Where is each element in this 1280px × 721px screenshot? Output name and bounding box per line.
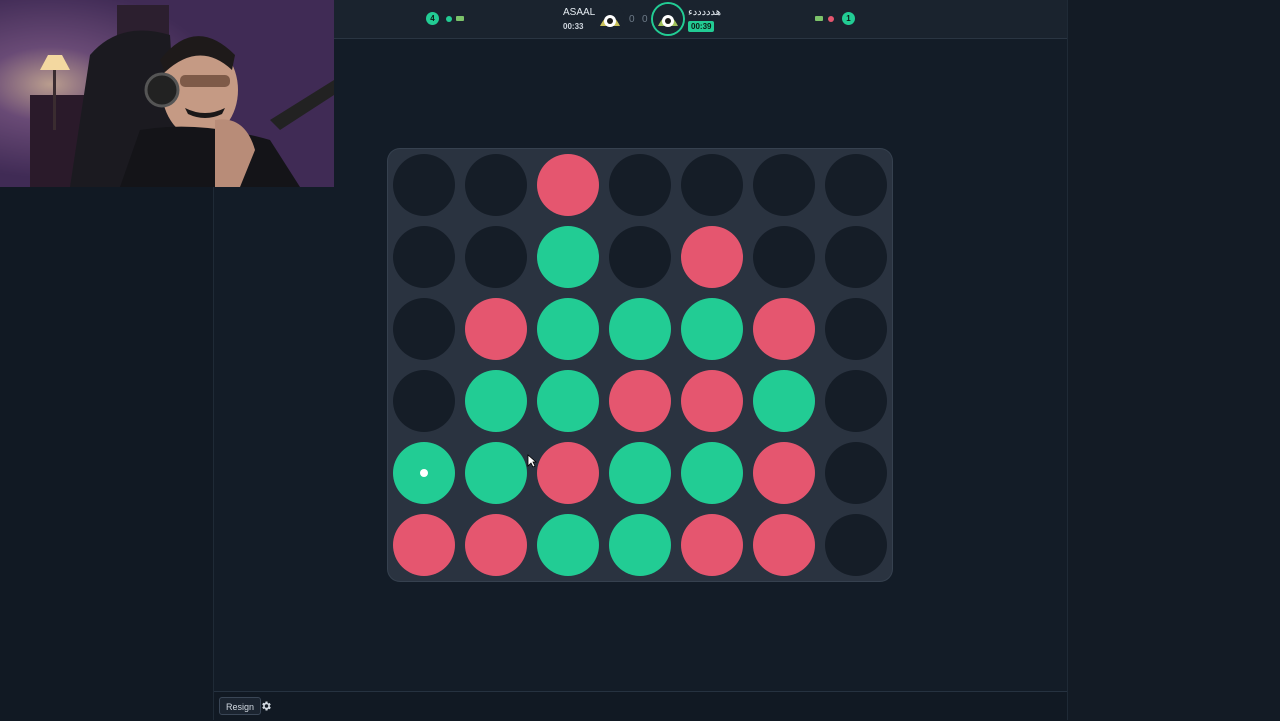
board-cell-r0-c5[interactable]: [753, 154, 815, 216]
right-player-status-dot: [828, 16, 834, 22]
board-cell-r0-c0[interactable]: [393, 154, 455, 216]
webcam-overlay: [0, 0, 334, 187]
board-cell-r1-c3[interactable]: [609, 226, 671, 288]
gear-icon[interactable]: [260, 700, 272, 712]
board-cell-r4-c4[interactable]: [681, 442, 743, 504]
board-cell-r4-c6[interactable]: [825, 442, 887, 504]
game-footer: [214, 691, 1067, 721]
left-player-name: ASAAL: [563, 7, 596, 18]
board-cell-r5-c5[interactable]: [753, 514, 815, 576]
eye-monster-avatar-icon: [653, 4, 683, 34]
board-cell-r2-c6[interactable]: [825, 298, 887, 360]
board-cell-r0-c4[interactable]: [681, 154, 743, 216]
board-cell-r4-c2[interactable]: [537, 442, 599, 504]
board-cell-r5-c1[interactable]: [465, 514, 527, 576]
left-player-flag-icon: [456, 16, 464, 21]
board-cell-r5-c6[interactable]: [825, 514, 887, 576]
left-player-count-badge: 4: [426, 12, 439, 25]
left-score: 0: [629, 14, 635, 25]
board-cell-r5-c2[interactable]: [537, 514, 599, 576]
board-cell-r3-c2[interactable]: [537, 370, 599, 432]
board-cell-r0-c2[interactable]: [537, 154, 599, 216]
board-cell-r5-c4[interactable]: [681, 514, 743, 576]
resign-button[interactable]: Resign: [219, 697, 262, 715]
board-cell-r4-c0[interactable]: [393, 442, 455, 504]
board-cell-r5-c0[interactable]: [393, 514, 455, 576]
board-cell-r3-c4[interactable]: [681, 370, 743, 432]
board-cell-r2-c3[interactable]: [609, 298, 671, 360]
board-cell-r4-c5[interactable]: [753, 442, 815, 504]
board-cell-r5-c3[interactable]: [609, 514, 671, 576]
board-cell-r2-c4[interactable]: [681, 298, 743, 360]
right-player-flag-icon: [815, 16, 823, 21]
right-player-avatar[interactable]: [653, 4, 683, 34]
board-cell-r4-c1[interactable]: [465, 442, 527, 504]
board-cell-r1-c0[interactable]: [393, 226, 455, 288]
streamer-webcam-image: [0, 0, 334, 187]
board-cell-r3-c0[interactable]: [393, 370, 455, 432]
board-cell-r1-c4[interactable]: [681, 226, 743, 288]
board-cell-r3-c1[interactable]: [465, 370, 527, 432]
board-cell-r3-c6[interactable]: [825, 370, 887, 432]
left-player-avatar[interactable]: [595, 4, 625, 34]
board-cell-r2-c0[interactable]: [393, 298, 455, 360]
left-player-status-dot: [446, 16, 452, 22]
board-cell-r3-c5[interactable]: [753, 370, 815, 432]
board-cell-r4-c3[interactable]: [609, 442, 671, 504]
right-player-name: هدددددء: [688, 7, 722, 18]
right-player-timer: 00:39: [688, 21, 715, 32]
board-cell-r1-c1[interactable]: [465, 226, 527, 288]
right-sidebar: [1067, 0, 1280, 720]
game-board[interactable]: [388, 149, 892, 581]
board-cell-r3-c3[interactable]: [609, 370, 671, 432]
board-cell-r1-c6[interactable]: [825, 226, 887, 288]
board-cell-r2-c1[interactable]: [465, 298, 527, 360]
board-cell-r2-c2[interactable]: [537, 298, 599, 360]
board-cell-r1-c5[interactable]: [753, 226, 815, 288]
match-header: [334, 0, 1067, 39]
mouse-cursor-icon: [527, 454, 537, 468]
board-cell-r0-c6[interactable]: [825, 154, 887, 216]
board-cell-r0-c3[interactable]: [609, 154, 671, 216]
right-score: 0: [642, 14, 648, 25]
eye-monster-avatar-icon: [595, 4, 625, 34]
board-cell-r1-c2[interactable]: [537, 226, 599, 288]
board-cell-r2-c5[interactable]: [753, 298, 815, 360]
last-move-marker: [420, 469, 428, 477]
right-player-count-badge: 1: [842, 12, 855, 25]
left-player-timer: 00:33: [563, 22, 584, 31]
board-cell-r0-c1[interactable]: [465, 154, 527, 216]
